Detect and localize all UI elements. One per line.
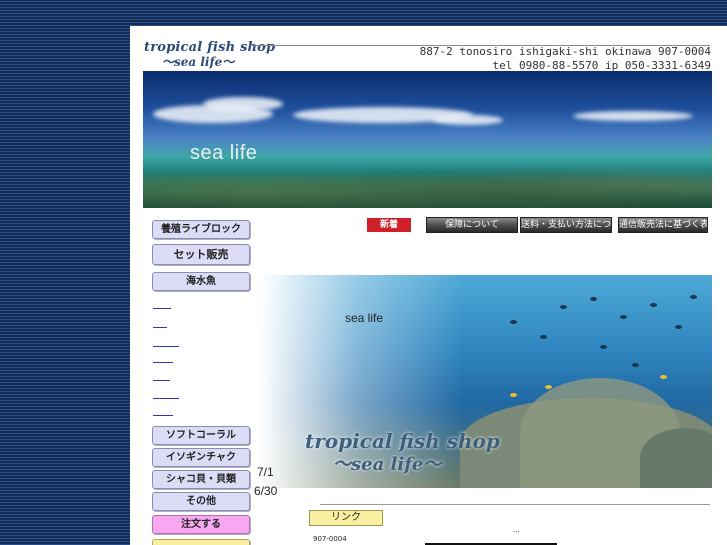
- postal-code: 907-0004: [313, 535, 347, 543]
- logo-line-2: ～sea life～: [162, 55, 235, 69]
- nav-shipping-payment[interactable]: 送料・支払い方法について: [520, 217, 612, 233]
- address-line: 887-2 tonosiro ishigaki-shi okinawa 907-…: [419, 45, 711, 58]
- order-button[interactable]: 注文する: [152, 515, 250, 534]
- menu-soft-coral[interactable]: ソフトコーラル: [152, 426, 250, 445]
- sidebar-link[interactable]: [153, 298, 171, 309]
- sidebar-link[interactable]: [153, 317, 167, 328]
- sea-caption: sea life: [345, 311, 384, 325]
- page-panel: tropical fish shop ～sea life～ 887-2 tono…: [130, 26, 727, 545]
- sea-logo-line-2: ～sea life～: [333, 454, 442, 475]
- sidebar-link[interactable]: [153, 388, 179, 399]
- sidebar-link[interactable]: [153, 336, 179, 347]
- menu-marine-fish[interactable]: 海水魚: [152, 272, 250, 291]
- menu-sea-anemone[interactable]: イソギンチャク: [152, 448, 250, 467]
- nav-new-arrivals[interactable]: 新着: [367, 218, 411, 232]
- hero-caption: sea life: [190, 142, 258, 164]
- menu-cultured-live-rock[interactable]: 養殖ライブロック: [152, 220, 250, 239]
- menu-partial-button[interactable]: [152, 539, 250, 545]
- menu-clams-shells[interactable]: シャコ貝・貝類: [152, 470, 250, 489]
- nav-guarantee[interactable]: 保障について: [426, 217, 518, 233]
- menu-set-sale[interactable]: セット販売: [152, 244, 250, 265]
- news-date: 7/1: [257, 465, 274, 479]
- content-rule: [320, 504, 710, 505]
- news-date: 6/30: [254, 484, 278, 498]
- sidebar-link[interactable]: [153, 370, 170, 381]
- ellipsis-text: ...: [513, 526, 520, 534]
- nav-legal-notice[interactable]: 通信販売法に基づく表示: [618, 217, 708, 233]
- sidebar-link[interactable]: [153, 405, 173, 416]
- links-button[interactable]: リンク: [309, 510, 383, 526]
- menu-others[interactable]: その他: [152, 492, 250, 511]
- shop-address: 887-2 tonosiro ishigaki-shi okinawa 907-…: [420, 45, 711, 73]
- sidebar-link[interactable]: [153, 352, 173, 363]
- hero-banner: [143, 71, 712, 208]
- sea-logo: tropical fish shop ～sea life～: [305, 429, 500, 476]
